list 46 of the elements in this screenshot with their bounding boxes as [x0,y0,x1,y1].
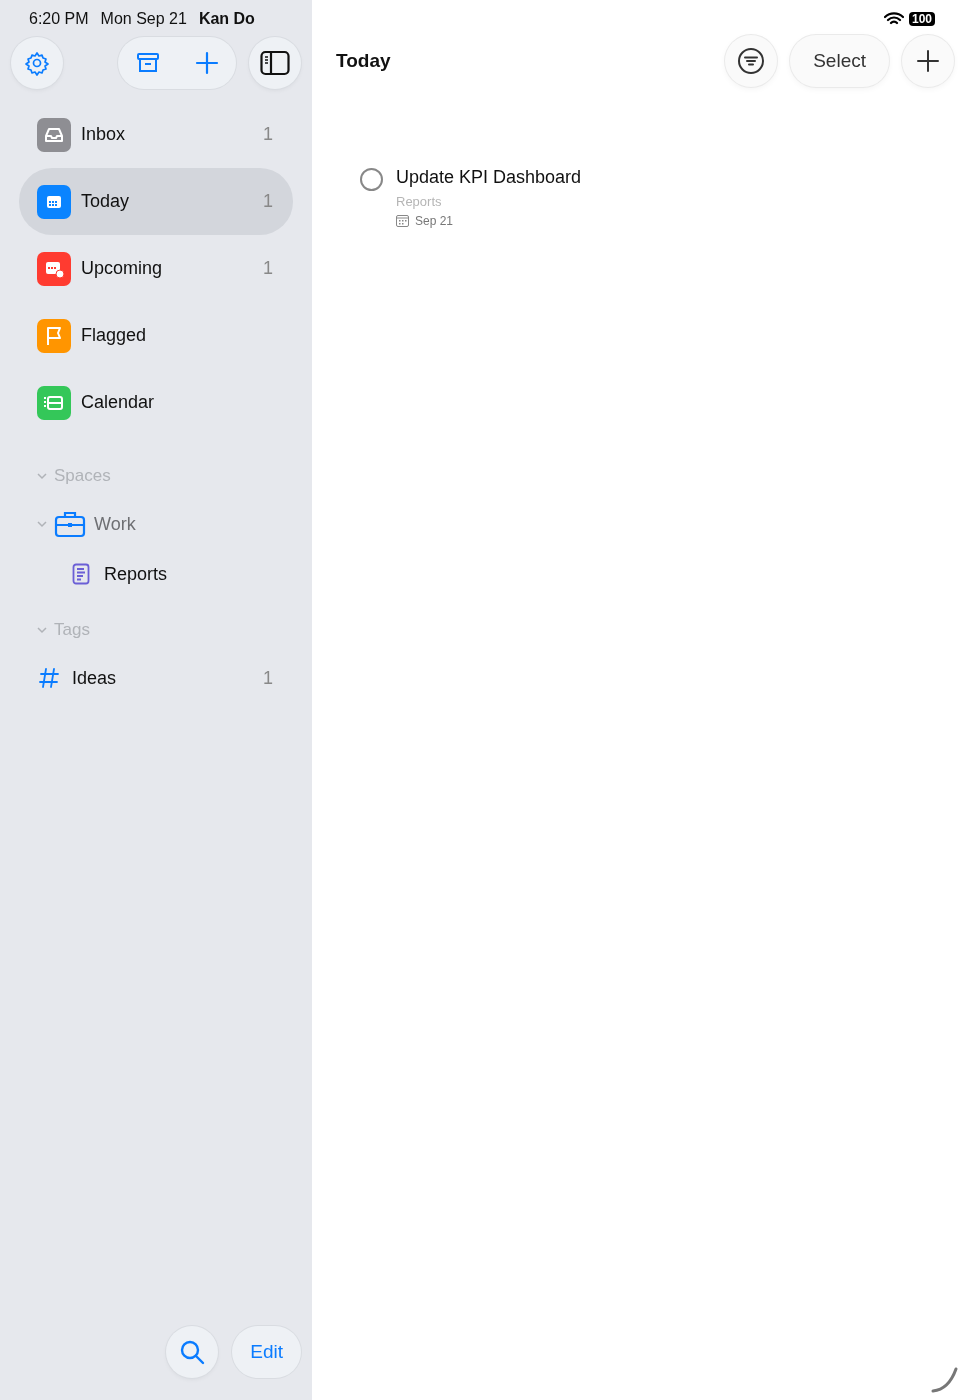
sidebar-toggle-button[interactable] [249,37,301,89]
sidebar-item[interactable]: Upcoming 1 [19,235,293,302]
hashtag-icon [38,667,60,689]
calendar-icon [396,215,409,227]
sidebar-item[interactable]: Flagged [19,302,293,369]
battery-indicator: 100 [908,12,935,26]
sidebar-item[interactable]: Calendar [19,369,293,436]
search-button[interactable] [166,1326,219,1378]
chevron-down-icon [36,518,48,530]
item-count: 1 [263,124,273,145]
settings-icon [23,49,51,77]
task-list-name: Reports [396,194,443,209]
status-app-name: Kan Do [198,10,255,29]
plus-icon [194,51,219,75]
tag-item[interactable]: Ideas 1 [38,660,275,696]
item-label: Upcoming [81,258,164,279]
task-checkbox[interactable] [360,168,383,191]
chevron-down-icon [36,470,48,482]
chevron-down-icon [36,624,48,636]
item-count: 1 [263,191,273,212]
task-date: Sep 21 [415,214,454,228]
settings-button[interactable] [11,37,63,89]
add-task-button[interactable] [902,35,954,87]
sidebar-icon [260,50,290,76]
list-item[interactable]: Reports [72,558,312,590]
select-button[interactable]: Select [790,35,889,87]
filter-icon [737,47,766,75]
task-title: Update KPI Dashboard [396,167,582,188]
plus-icon [916,49,940,73]
briefcase-icon [54,510,86,538]
status-time: 6:20 PM [29,10,89,29]
item-count: 1 [263,258,273,279]
status-date: Mon Sep 21 [100,10,187,29]
space-item[interactable]: Work [36,504,312,544]
item-label: Today [81,191,131,212]
filter-button[interactable] [725,35,778,87]
item-label: Flagged [81,325,148,346]
page-title: Today [336,50,392,72]
sidebar-item[interactable]: Today 1 [19,168,293,235]
sidebar-item[interactable]: Inbox 1 [19,101,293,168]
item-label: Inbox [81,124,127,145]
search-icon [179,1339,206,1365]
wifi-icon [883,12,904,26]
resize-handle-icon [931,1366,959,1394]
document-list-icon [72,563,90,585]
item-label: Calendar [81,392,156,413]
